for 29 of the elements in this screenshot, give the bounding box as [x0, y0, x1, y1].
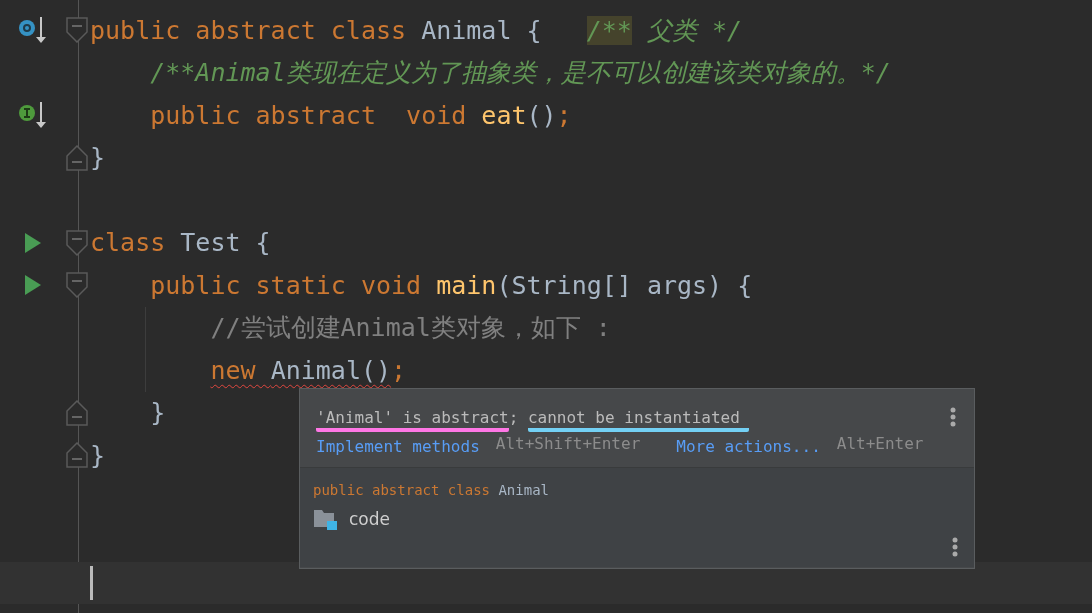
more-options-icon[interactable]: [950, 407, 956, 427]
text-caret: [90, 565, 93, 600]
fold-icon[interactable]: [66, 272, 88, 299]
folder-icon[interactable]: [313, 508, 337, 530]
run-icon[interactable]: [23, 274, 43, 297]
shortcut-text: Alt+Enter: [836, 434, 924, 453]
code-line: class Test {: [90, 228, 271, 258]
code-line: new Animal();: [209, 355, 407, 385]
code-line: public abstract void eat();: [149, 100, 572, 130]
code-line: }: [90, 143, 106, 173]
fold-icon[interactable]: [66, 144, 88, 171]
code-line: }: [90, 440, 106, 470]
action-link[interactable]: More actions...: [676, 437, 821, 456]
fold-icon[interactable]: [66, 229, 88, 256]
code-line: public abstract class Animal { /** 父类 */: [90, 14, 743, 47]
shortcut-text: Alt+Shift+Enter: [495, 434, 641, 453]
fold-icon[interactable]: [66, 17, 88, 44]
run-icon[interactable]: [23, 231, 43, 254]
module-name: code: [349, 509, 390, 529]
fold-icon[interactable]: [66, 442, 88, 469]
more-options-icon[interactable]: [952, 537, 958, 557]
code-line: //尝试创建Animal类对象，如下 :: [209, 312, 611, 345]
action-link[interactable]: Implement methods: [316, 437, 480, 456]
code-line: }: [149, 398, 166, 428]
fold-icon[interactable]: [66, 399, 88, 426]
code-line: /**Animal类现在定义为了抽象类，是不可以创建该类对象的。*/: [149, 57, 891, 90]
error-message: 'Animal' is abstract; cannot be instantiated: [316, 407, 750, 434]
declaration-text: public abstract class Animal: [313, 482, 550, 498]
code-line: public static void main(String[] args) {: [149, 270, 753, 300]
